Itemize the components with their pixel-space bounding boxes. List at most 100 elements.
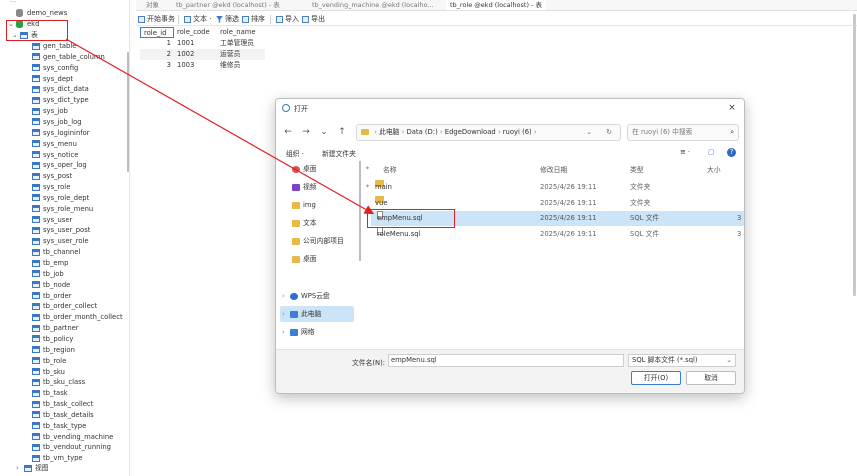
tree-table-item[interactable]: sys_dict_data: [32, 84, 89, 95]
table-row[interactable]: 1 1001 工单管理员: [140, 38, 265, 49]
forward-button[interactable]: →: [300, 126, 312, 138]
tree-table-item[interactable]: sys_post: [32, 171, 72, 182]
file-row-main[interactable]: main 2025/4/26 19:11 文件夹: [371, 180, 744, 195]
table-cell[interactable]: 1: [140, 38, 174, 49]
tree-table-item[interactable]: sys_user_post: [32, 225, 90, 236]
chevron-right-icon[interactable]: ›: [282, 306, 290, 322]
table-cell[interactable]: 3: [140, 60, 174, 71]
tree-table-item[interactable]: gen_table_column: [32, 52, 105, 63]
filter-button[interactable]: 筛选: [216, 14, 239, 25]
tree-table-item[interactable]: tb_node: [32, 280, 70, 291]
tree-table-item[interactable]: tb_task_type: [32, 421, 86, 432]
tree-table-item[interactable]: tb_region: [32, 345, 75, 356]
table-cell[interactable]: 2: [140, 49, 174, 60]
tree-table-item[interactable]: sys_menu: [32, 139, 77, 150]
up-button[interactable]: ↑: [336, 126, 348, 138]
chevron-right-icon[interactable]: ›: [282, 324, 290, 340]
organize-button[interactable]: 组织 ·: [286, 148, 304, 158]
close-icon[interactable]: ×: [726, 102, 738, 114]
preview-pane-icon[interactable]: ▢: [708, 148, 714, 156]
tree-table-item[interactable]: tb_vending_machine: [32, 432, 113, 443]
column-header-role-code[interactable]: role_code: [174, 27, 217, 38]
tree-item-partial[interactable]: ...: [10, 0, 16, 6]
tab-tb-vending-machine[interactable]: tb_vending_machine @ekd (localho...: [312, 0, 434, 10]
tree-table-item[interactable]: sys_role_menu: [32, 204, 93, 215]
breadcrumb-this-pc[interactable]: 此电脑: [379, 128, 399, 136]
breadcrumb-data-d[interactable]: Data (D:): [407, 128, 438, 136]
tab-tb-partner[interactable]: tb_partner @ekd (localhost) - 表: [176, 0, 280, 10]
tree-table-item[interactable]: tb_partner: [32, 323, 79, 334]
sort-button[interactable]: 排序: [242, 14, 265, 25]
begin-transaction-button[interactable]: 开始事务: [138, 14, 175, 25]
tree-table-item[interactable]: tb_policy: [32, 334, 73, 345]
cancel-button[interactable]: 取消: [686, 371, 736, 385]
tree-table-item[interactable]: tb_task_details: [32, 410, 94, 421]
editor-scrollbar[interactable]: [853, 14, 856, 296]
refresh-icon[interactable]: ↻: [606, 125, 612, 140]
table-row[interactable]: 3 1003 维修员: [140, 60, 265, 71]
tree-table-item[interactable]: gen_table: [32, 41, 76, 52]
breadcrumb-edgedownload[interactable]: EdgeDownload: [445, 128, 496, 136]
tree-table-item[interactable]: tb_order_month_collect: [32, 312, 123, 323]
tree-table-item[interactable]: sys_dept: [32, 74, 73, 85]
search-input[interactable]: 在 ruoyi (6) 中搜索 ⌕: [627, 124, 739, 141]
nav-item-wps-cloud[interactable]: › WPS云盘: [282, 288, 362, 304]
address-bar[interactable]: › 此电脑 › Data (D:) › EdgeDownload › ruoyi…: [356, 124, 621, 141]
tree-table-item[interactable]: tb_order: [32, 291, 72, 302]
filetype-select[interactable]: SQL 脚本文件 (*.sql) ⌄: [628, 354, 736, 367]
tree-table-item[interactable]: tb_task: [32, 388, 68, 399]
tree-table-item[interactable]: sys_notice: [32, 150, 78, 161]
tree-item-views[interactable]: › 视图: [16, 463, 49, 474]
tree-table-item[interactable]: sys_user_role: [32, 236, 89, 247]
tree-table-item[interactable]: sys_role_dept: [32, 193, 89, 204]
text-button[interactable]: 文本 ·: [184, 14, 211, 25]
tree-table-item[interactable]: tb_channel: [32, 247, 80, 258]
chevron-right-icon[interactable]: ›: [16, 463, 24, 474]
tree-table-item[interactable]: tb_sku: [32, 367, 65, 378]
column-header-role-name[interactable]: role_name: [217, 27, 265, 38]
nav-item-this-pc[interactable]: › 此电脑: [280, 306, 354, 322]
tree-table-item[interactable]: sys_user: [32, 215, 72, 226]
view-options-button[interactable]: ≡ ·: [680, 148, 690, 156]
tree-table-item[interactable]: tb_emp: [32, 258, 69, 269]
table-cell[interactable]: 维修员: [217, 60, 265, 71]
tree-table-item[interactable]: sys_dict_type: [32, 95, 89, 106]
tree-table-item[interactable]: sys_config: [32, 63, 78, 74]
column-header-size[interactable]: 大小: [707, 163, 721, 178]
tree-table-item[interactable]: tb_role: [32, 356, 66, 367]
breadcrumb-ruoyi[interactable]: ruoyi (6): [503, 128, 532, 136]
file-row-rolemenu[interactable]: roleMenu.sql 2025/4/26 19:11 SQL 文件 3 K: [371, 227, 744, 242]
new-folder-button[interactable]: 新建文件夹: [322, 148, 356, 158]
nav-pane-scrollbar[interactable]: [359, 161, 361, 261]
back-button[interactable]: ←: [282, 126, 294, 138]
column-header-name[interactable]: 名称: [383, 163, 397, 178]
tree-table-item[interactable]: tb_order_collect: [32, 301, 97, 312]
chevron-right-icon[interactable]: ›: [282, 288, 290, 304]
tab-objects[interactable]: 对象: [146, 0, 159, 10]
tree-table-item[interactable]: tb_job: [32, 269, 64, 280]
import-button[interactable]: 导入: [276, 14, 299, 25]
tree-table-item[interactable]: tb_task_collect: [32, 399, 93, 410]
tree-table-item[interactable]: sys_oper_log: [32, 160, 87, 171]
tree-table-item[interactable]: sys_logininfor: [32, 128, 90, 139]
tree-table-item[interactable]: sys_job: [32, 106, 68, 117]
tree-table-item[interactable]: tb_sku_class: [32, 377, 85, 388]
help-icon[interactable]: ?: [727, 148, 736, 157]
table-cell[interactable]: 1002: [174, 49, 217, 60]
table-cell[interactable]: 工单管理员: [217, 38, 265, 49]
open-button[interactable]: 打开(O): [631, 371, 681, 385]
column-header-type[interactable]: 类型: [630, 163, 644, 178]
tree-table-item[interactable]: sys_job_log: [32, 117, 82, 128]
table-cell[interactable]: 运营员: [217, 49, 265, 60]
tree-scrollbar[interactable]: [127, 52, 129, 172]
address-dropdown-icon[interactable]: ⌄: [586, 125, 592, 140]
export-button[interactable]: 导出: [302, 14, 325, 25]
table-cell[interactable]: 1001: [174, 38, 217, 49]
tree-table-item[interactable]: sys_role: [32, 182, 70, 193]
tab-tb-role[interactable]: tb_role @ekd (localhost) - 表: [446, 0, 546, 10]
nav-item-network[interactable]: › 网络: [282, 324, 362, 340]
column-header-role-id[interactable]: role_id: [140, 27, 174, 38]
table-cell[interactable]: 1003: [174, 60, 217, 71]
tree-table-item[interactable]: tb_vendout_running: [32, 442, 111, 453]
recent-dropdown-button[interactable]: ⌄: [318, 126, 330, 138]
